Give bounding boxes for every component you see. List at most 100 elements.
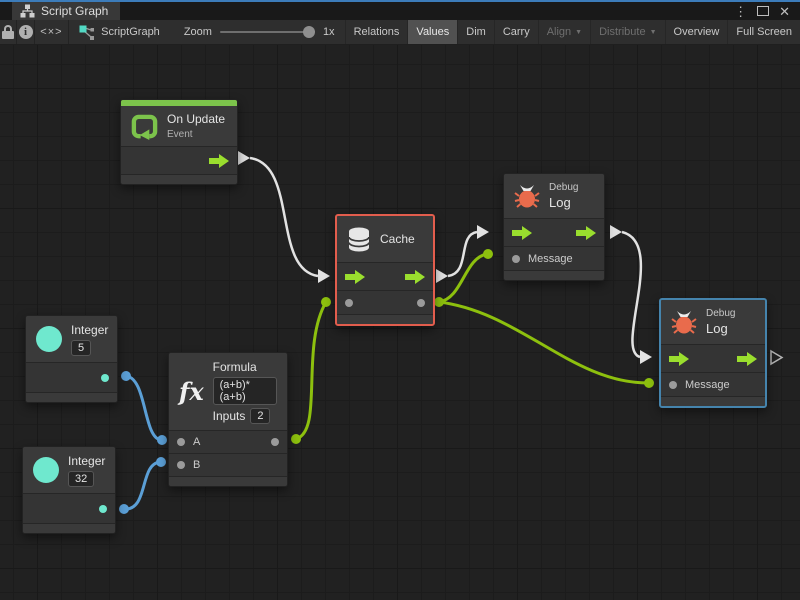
- chevron-down-icon: ▼: [575, 29, 582, 36]
- node-debug-log-2[interactable]: Debug Log Message: [659, 298, 767, 408]
- integer-icon: [36, 326, 62, 352]
- flow-input-port[interactable]: [512, 226, 532, 240]
- unconnected-flow-arrow: [771, 351, 782, 364]
- node-formula[interactable]: fx Formula (a+b)*(a+b) Inputs 2 A B: [168, 352, 288, 487]
- node-debug-log-1[interactable]: Debug Log Message: [503, 173, 605, 281]
- code-view-button[interactable]: <×>: [35, 20, 69, 44]
- graph-icon: [20, 4, 35, 18]
- value-out-dot: [119, 504, 129, 514]
- align-dropdown[interactable]: Align▼: [538, 20, 590, 44]
- wire-formula-cache: [296, 302, 326, 439]
- node-integer-1[interactable]: Integer 5: [25, 315, 118, 403]
- toolbar-buttons: Relations Values Dim Carry Align▼ Distri…: [345, 20, 800, 44]
- integer-value-field[interactable]: 32: [68, 471, 94, 487]
- values-button[interactable]: Values: [407, 20, 457, 44]
- flow-out-arrow: [436, 269, 448, 283]
- message-input-port[interactable]: [512, 255, 520, 263]
- wire-cache-message2: [439, 302, 648, 383]
- flow-output-port[interactable]: [737, 352, 757, 366]
- node-footer: [337, 314, 433, 324]
- value-in-dot: [156, 457, 166, 467]
- inputs-label: Inputs: [213, 409, 246, 423]
- flow-output-port[interactable]: [576, 226, 596, 240]
- formula-fx-icon: fx: [179, 377, 204, 406]
- value-output-port[interactable]: [271, 438, 279, 446]
- info-button[interactable]: i: [17, 20, 34, 44]
- node-cache[interactable]: Cache: [335, 214, 435, 326]
- flow-in-arrow: [318, 269, 330, 283]
- node-on-update[interactable]: On Update Event: [120, 99, 238, 185]
- node-footer: [169, 476, 287, 486]
- tab-script-graph[interactable]: Script Graph: [12, 2, 120, 20]
- node-title-small: Debug: [706, 308, 735, 319]
- node-title: Integer: [68, 454, 105, 468]
- bug-icon: [514, 183, 540, 209]
- flow-output-port[interactable]: [405, 270, 425, 284]
- node-footer: [23, 523, 115, 533]
- window-controls: ⋮ ✕: [734, 2, 800, 20]
- title-bar: Script Graph ⋮ ✕: [0, 0, 800, 20]
- graph-name: ScriptGraph: [101, 26, 160, 38]
- info-icon: i: [19, 25, 33, 39]
- overview-button[interactable]: Overview: [665, 20, 728, 44]
- tab-title: Script Graph: [41, 4, 108, 18]
- script-graph-window: Script Graph ⋮ ✕ i <×> ScriptGraph: [0, 0, 800, 600]
- node-footer: [504, 270, 604, 280]
- full-screen-button[interactable]: Full Screen: [727, 20, 800, 44]
- carry-button[interactable]: Carry: [494, 20, 538, 44]
- wire-cache-message1: [439, 254, 487, 302]
- port-label: Message: [685, 379, 730, 391]
- dim-button[interactable]: Dim: [457, 20, 494, 44]
- node-title: Log: [706, 321, 728, 336]
- input-b-port[interactable]: [177, 461, 185, 469]
- lock-icon: [2, 25, 14, 39]
- node-title-small: Debug: [549, 182, 578, 193]
- value-in-dot: [483, 249, 493, 259]
- flow-output-port[interactable]: [209, 154, 229, 168]
- value-output-port[interactable]: [101, 374, 109, 382]
- node-title: Cache: [380, 232, 415, 246]
- message-input-port[interactable]: [669, 381, 677, 389]
- distribute-dropdown[interactable]: Distribute▼: [590, 20, 664, 44]
- value-input-port[interactable]: [345, 299, 353, 307]
- graph-canvas[interactable]: On Update Event Cache: [0, 45, 800, 600]
- flow-input-port[interactable]: [345, 270, 365, 284]
- on-update-loop-icon: [131, 113, 158, 140]
- graph-reference[interactable]: ScriptGraph: [69, 20, 174, 44]
- zoom-value: 1x: [323, 26, 335, 38]
- database-icon: [347, 226, 371, 253]
- chevron-down-icon: ▼: [650, 29, 657, 36]
- flow-input-port[interactable]: [669, 352, 689, 366]
- node-title: Log: [549, 195, 571, 210]
- input-a-port[interactable]: [177, 438, 185, 446]
- value-output-port[interactable]: [417, 299, 425, 307]
- node-footer: [26, 392, 117, 402]
- value-output-port[interactable]: [99, 505, 107, 513]
- value-in-dot: [321, 297, 331, 307]
- value-out-dot: [121, 371, 131, 381]
- node-integer-2[interactable]: Integer 32: [22, 446, 116, 534]
- script-graph-asset-icon: [79, 25, 95, 40]
- window-menu-icon[interactable]: ⋮: [734, 5, 747, 18]
- relations-button[interactable]: Relations: [345, 20, 408, 44]
- wire-debug1-debug2: [622, 232, 641, 357]
- zoom-slider-handle[interactable]: [303, 26, 315, 38]
- node-title: On Update: [167, 112, 225, 126]
- lock-button[interactable]: [0, 20, 17, 44]
- zoom-label: Zoom: [184, 26, 212, 38]
- value-in-dot: [157, 435, 167, 445]
- port-label: B: [193, 459, 200, 471]
- zoom-slider[interactable]: [220, 31, 315, 33]
- port-label: Message: [528, 253, 573, 265]
- wire-cache-debug1: [448, 232, 477, 276]
- close-icon[interactable]: ✕: [779, 5, 790, 18]
- value-out-dot: [291, 434, 301, 444]
- formula-expression-field[interactable]: (a+b)*(a+b): [213, 377, 277, 405]
- inputs-count-field[interactable]: 2: [250, 408, 270, 424]
- wire-int2-formulaB: [124, 462, 160, 509]
- node-subtitle: Event: [167, 129, 193, 140]
- integer-value-field[interactable]: 5: [71, 340, 91, 356]
- bug-icon: [671, 309, 697, 335]
- maximize-icon[interactable]: [757, 6, 769, 16]
- graph-toolbar: i <×> ScriptGraph Zoom 1x Relations Valu…: [0, 20, 800, 45]
